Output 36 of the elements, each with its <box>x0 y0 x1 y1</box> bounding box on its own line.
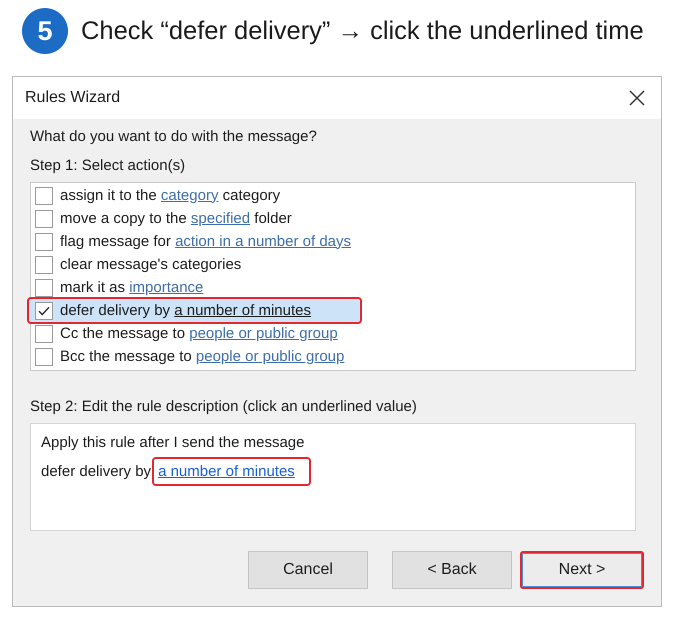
step1-label: Step 1: Select action(s) <box>30 156 186 176</box>
description-line: defer delivery by a number of minutes <box>41 457 625 486</box>
next-button[interactable]: Next > <box>520 551 644 589</box>
checkbox[interactable] <box>35 210 53 228</box>
action-link[interactable]: importance <box>129 278 204 296</box>
back-button[interactable]: < Back <box>392 551 512 589</box>
description-line: Apply this rule after I send the message <box>41 433 306 453</box>
checkbox[interactable] <box>35 324 53 342</box>
action-label[interactable]: move a copy to the specified folder <box>58 208 295 228</box>
checkbox[interactable] <box>35 186 53 204</box>
close-icon[interactable] <box>629 90 645 106</box>
action-label[interactable]: Bcc the message to people or public group <box>58 346 348 366</box>
action-label[interactable]: flag message for action in a number of days <box>58 232 354 252</box>
action-link[interactable]: people or public group <box>189 324 338 342</box>
step2-label: Step 2: Edit the rule description (click an underlined value) <box>30 397 418 417</box>
action-label[interactable]: clear message's categories <box>58 254 244 274</box>
checkbox[interactable] <box>35 302 53 320</box>
action-label[interactable]: assign it to the category category <box>58 186 284 206</box>
value-link[interactable]: a number of minutes <box>158 462 295 482</box>
checkbox[interactable] <box>35 232 53 250</box>
cancel-button[interactable]: Cancel <box>248 551 368 589</box>
checkbox[interactable] <box>35 348 53 366</box>
step-number: 5 <box>22 8 68 54</box>
action-link[interactable]: category <box>160 186 218 204</box>
question-text: What do you want to do with the message? <box>30 127 318 147</box>
action-label[interactable]: Cc the message to people or public group <box>58 324 341 344</box>
action-link[interactable]: a number of minutes <box>174 302 311 318</box>
instruction-text: Check “defer delivery” → click the underlined time <box>81 16 644 46</box>
action-link[interactable]: action in a number of days <box>175 232 351 250</box>
window-title: Rules Wizard <box>25 89 120 107</box>
checkbox[interactable] <box>35 256 53 274</box>
checkmark-icon <box>38 306 50 316</box>
action-link[interactable]: specified <box>190 210 250 226</box>
action-label[interactable]: mark it as importance <box>58 278 206 298</box>
action-link[interactable]: people or public group <box>196 348 344 364</box>
checkbox[interactable] <box>35 278 53 296</box>
